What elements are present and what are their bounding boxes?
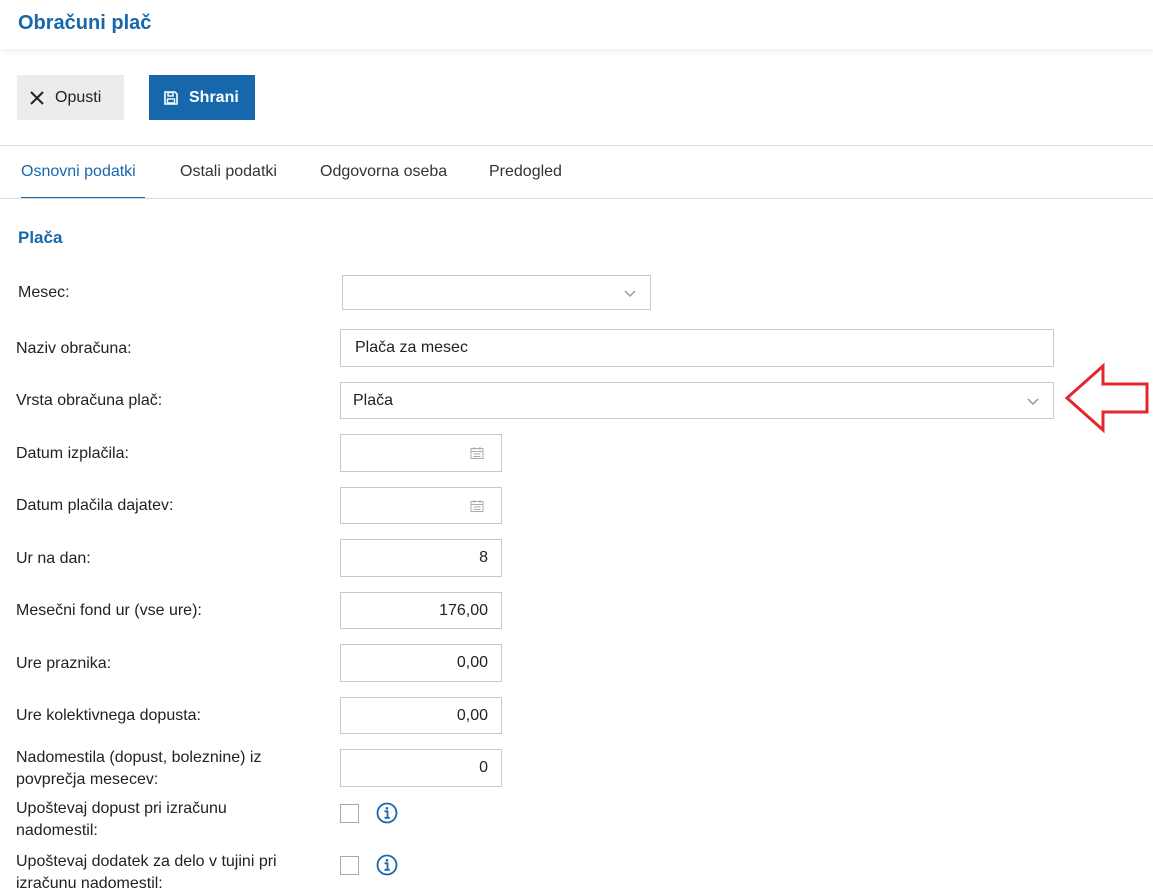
upostevaj-dodatek-checkbox[interactable] [340,856,359,875]
tab-odgovorna-oseba[interactable]: Odgovorna oseba [320,163,447,199]
upostevaj-dopust-label-line1: Upoštevaj dopust pri izračunu [16,800,227,817]
naziv-label: Naziv obračuna: [16,340,132,357]
vrsta-label: Vrsta obračuna plač: [16,392,163,409]
ur-na-dan-label: Ur na dan: [16,550,91,567]
top-bar: Obračuni plač [0,0,1153,49]
save-button[interactable]: Shrani [149,75,255,120]
calendar-icon [470,499,484,512]
vrsta-value: Plača [353,391,394,409]
info-icon[interactable] [376,854,398,876]
ure-praznika-input[interactable]: 0,00 [340,644,502,682]
datum-placila-input[interactable] [340,487,502,524]
upostevaj-dopust-label: Upoštevaj dopust pri izračunu nadomestil… [16,798,227,842]
section-title: Plača [18,228,63,247]
calendar-icon [470,447,484,459]
mesecni-fond-input[interactable]: 176,00 [340,592,502,629]
chevron-down-icon [1027,397,1039,405]
tab-ostali-podatki[interactable]: Ostali podatki [180,163,277,199]
cancel-button[interactable]: Opusti [17,75,124,120]
ure-kolektivnega-input[interactable]: 0,00 [340,697,502,734]
close-icon [30,90,44,105]
divider [0,145,1153,146]
nadomestila-label-line2: povprečja mesecev: [16,771,159,788]
chevron-down-icon [624,289,636,297]
naziv-input[interactable]: Plača za mesec [340,329,1054,367]
ure-kolektivnega-label: Ure kolektivnega dopusta: [16,707,201,724]
ure-praznika-label: Ure praznika: [16,655,112,672]
save-button-label: Shrani [189,88,239,106]
vrsta-select[interactable]: Plača [340,382,1054,419]
ur-na-dan-input[interactable]: 8 [340,539,502,577]
tab-predogled[interactable]: Predogled [489,163,562,199]
upostevaj-dopust-checkbox[interactable] [340,804,359,823]
nadomestila-label: Nadomestila (dopust, boleznine) iz povpr… [16,747,261,791]
upostevaj-dodatek-label: Upoštevaj dodatek za delo v tujini pri i… [16,851,277,895]
tab-osnovni-podatki[interactable]: Osnovni podatki [21,163,145,199]
datum-izplacila-label: Datum izplačila: [16,445,129,462]
info-icon[interactable] [376,802,398,824]
datum-placila-label: Datum plačila dajatev: [16,497,174,514]
upostevaj-dopust-label-line2: nadomestil: [16,822,98,839]
nadomestila-label-line1: Nadomestila (dopust, boleznine) iz [16,749,262,766]
mesec-select[interactable] [342,275,651,310]
upostevaj-dodatek-label-line1: Upoštevaj dodatek za delo v tujini pri [16,853,277,870]
datum-izplacila-input[interactable] [340,434,502,472]
tabs-divider [0,198,1153,199]
arrow-left-icon [1064,362,1149,434]
page-title: Obračuni plač [18,12,152,34]
nadomestila-input[interactable]: 0 [340,749,502,787]
cancel-button-label: Opusti [55,88,102,106]
mesecni-fond-label: Mesečni fond ur (vse ure): [16,602,202,619]
save-icon [164,90,178,105]
mesec-label: Mesec: [18,284,70,301]
